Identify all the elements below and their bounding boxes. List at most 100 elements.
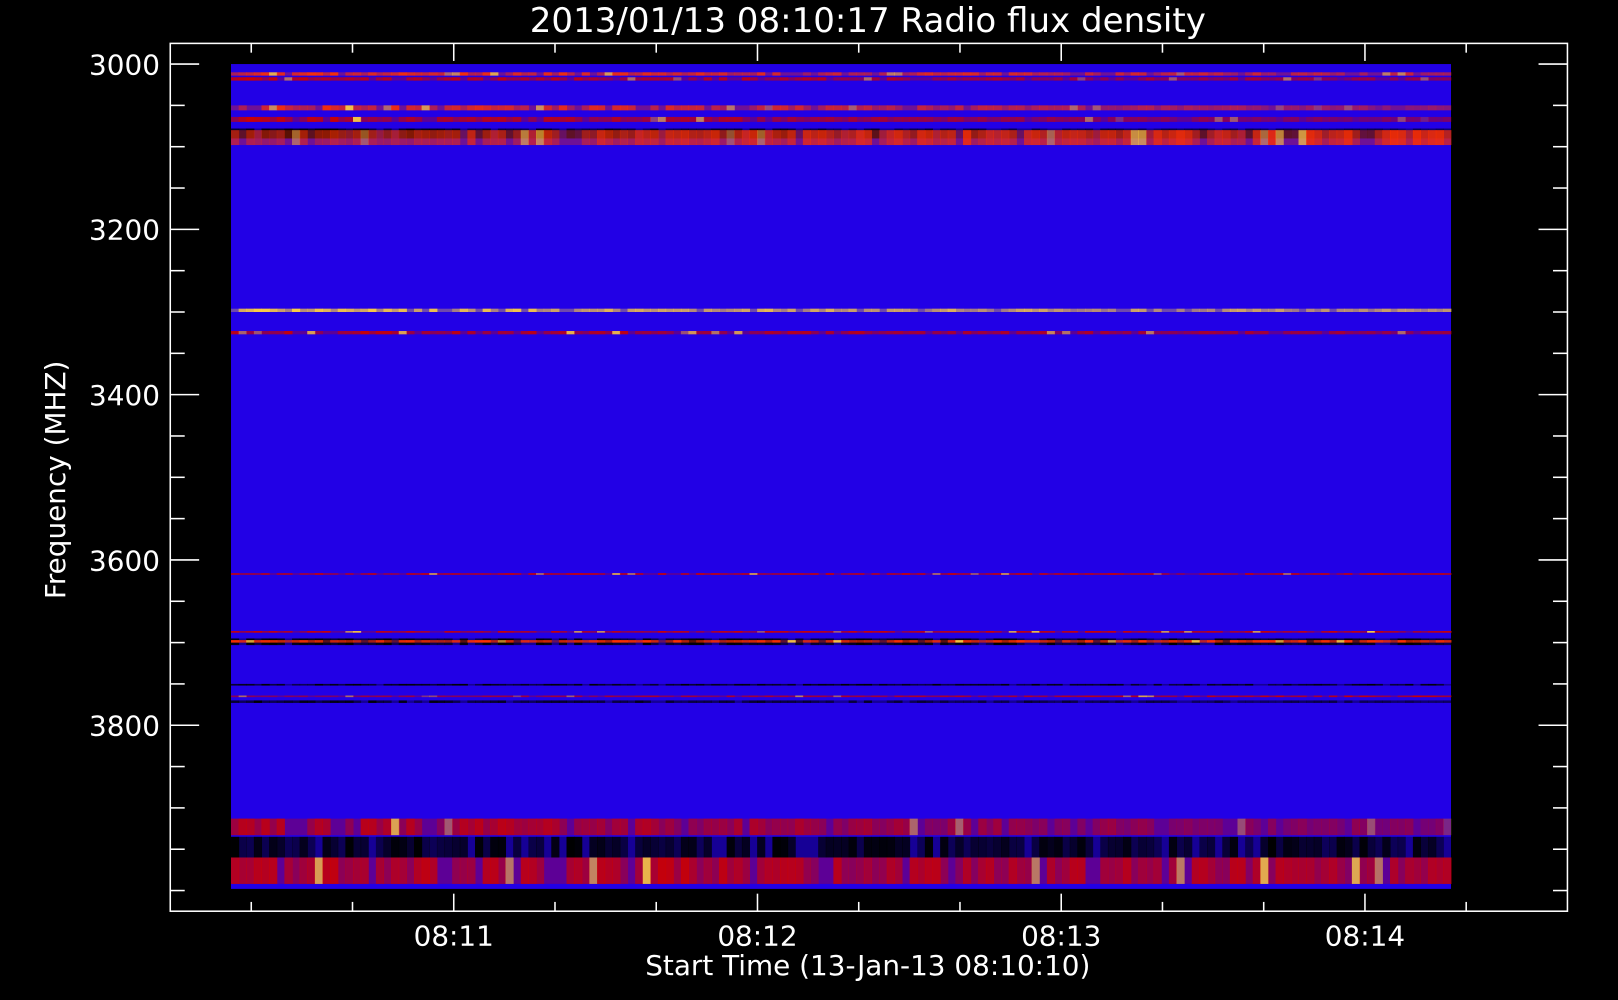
band-segment [1275, 573, 1284, 575]
band-segment [924, 818, 934, 836]
band-segment [894, 695, 903, 698]
band-segment [1329, 72, 1338, 76]
heatmap-area [231, 64, 1452, 889]
band-segment [825, 683, 834, 686]
band-segment [398, 331, 407, 335]
band-segment [1199, 308, 1208, 312]
band-segment [1397, 308, 1406, 312]
band-segment [642, 631, 651, 633]
band-segment [444, 818, 453, 836]
band-segment [1207, 640, 1216, 643]
band-segment [1153, 836, 1162, 858]
band-segment [757, 331, 766, 335]
band-segment [475, 700, 484, 703]
band-segment [231, 130, 240, 146]
band-segment [1085, 640, 1094, 643]
band-segment [1115, 836, 1124, 858]
band-segment [284, 331, 293, 335]
frequency-band [231, 331, 1452, 335]
band-segment [1344, 695, 1353, 698]
band-segment [391, 683, 400, 686]
band-segment [711, 308, 720, 312]
band-segment [536, 130, 545, 146]
band-segment [1031, 700, 1040, 703]
band-segment [337, 77, 346, 81]
band-segment [429, 640, 438, 643]
band-segment [787, 857, 796, 884]
band-segment [314, 700, 324, 703]
band-segment [246, 700, 255, 703]
band-segment [1100, 77, 1109, 81]
band-segment [475, 573, 484, 575]
band-segment [368, 331, 377, 335]
band-segment [1176, 640, 1185, 643]
band-segment [1390, 683, 1399, 686]
band-segment [1329, 695, 1338, 698]
band-segment [1069, 857, 1078, 884]
band-segment [1008, 836, 1017, 858]
band-segment [1306, 573, 1315, 575]
band-segment [612, 683, 621, 686]
band-segment [1435, 700, 1444, 703]
band-segment [863, 331, 873, 335]
band-segment [383, 116, 392, 122]
band-segment [1428, 631, 1437, 633]
band-segment [1245, 683, 1254, 686]
band-segment [1367, 836, 1376, 858]
band-segment [1222, 130, 1231, 146]
band-segment [1367, 631, 1376, 633]
band-segment [330, 700, 339, 703]
band-segment [642, 857, 651, 884]
band-segment [963, 683, 972, 686]
band-segment [558, 105, 568, 111]
band-segment [673, 130, 682, 146]
band-segment [345, 631, 354, 633]
band-segment [963, 836, 972, 858]
band-segment [696, 857, 705, 884]
band-segment [1283, 573, 1292, 575]
band-segment [719, 308, 728, 312]
band-segment [787, 700, 796, 703]
band-segment [642, 695, 651, 698]
band-segment [1054, 573, 1063, 575]
band-segment [1092, 573, 1101, 575]
band-segment [1115, 700, 1124, 703]
band-segment [375, 130, 385, 146]
band-segment [993, 695, 1002, 698]
band-segment [894, 836, 903, 858]
band-segment [940, 116, 949, 122]
band-segment [391, 818, 400, 836]
band-segment [1016, 683, 1025, 686]
band-segment [1115, 77, 1124, 81]
frequency-band [231, 640, 1452, 643]
band-segment [1138, 836, 1147, 858]
band-segment [253, 573, 263, 575]
band-segment [1054, 836, 1063, 858]
band-segment [1039, 72, 1048, 76]
band-segment [307, 631, 316, 633]
band-segment [879, 116, 888, 122]
band-segment [612, 116, 621, 122]
band-segment [383, 631, 392, 633]
band-segment [429, 308, 438, 312]
band-segment [353, 683, 362, 686]
band-segment [482, 573, 491, 575]
band-segment [1374, 818, 1383, 836]
band-segment [985, 72, 995, 76]
band-segment [238, 700, 247, 703]
band-segment [1313, 836, 1322, 858]
band-segment [688, 331, 697, 335]
band-segment [1123, 836, 1132, 858]
band-segment [1077, 116, 1086, 122]
band-segment [1176, 72, 1185, 76]
band-segment [490, 308, 499, 312]
band-segment [719, 130, 728, 146]
band-segment [985, 105, 995, 111]
x-tick-label: 08:14 [1325, 919, 1405, 952]
band-segment [802, 695, 812, 698]
band-segment [810, 640, 819, 643]
band-segment [1085, 308, 1094, 312]
band-segment [902, 631, 911, 633]
band-segment [253, 695, 263, 698]
band-segment [955, 695, 964, 698]
